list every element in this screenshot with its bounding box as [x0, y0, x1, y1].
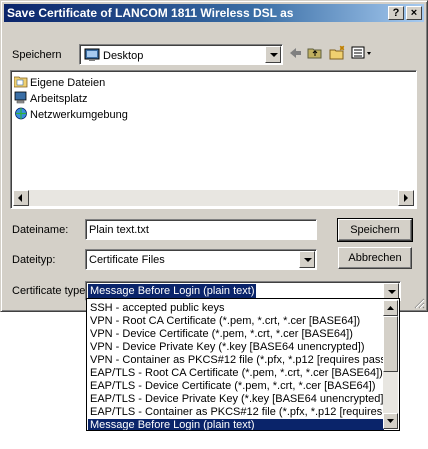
- filetype-dropdown-button[interactable]: [299, 251, 315, 268]
- title-bar[interactable]: Save Certificate of LANCOM 1811 Wireless…: [4, 4, 424, 22]
- vertical-scrollbar[interactable]: [383, 300, 398, 429]
- scroll-left-button[interactable]: [13, 190, 29, 206]
- network-icon: [15, 107, 27, 120]
- new-folder-icon[interactable]: [329, 45, 347, 61]
- list-item[interactable]: Arbeitsplatz: [14, 91, 87, 107]
- list-item[interactable]: EAP/TLS - Container as PKCS#12 file (*.p…: [88, 406, 384, 418]
- list-item[interactable]: VPN - Device Certificate (*.pem, *.crt, …: [88, 328, 384, 340]
- folder-documents-icon: [14, 76, 28, 88]
- filename-label: Dateiname:: [12, 224, 69, 236]
- filetype-select[interactable]: Certificate Files: [85, 249, 317, 270]
- save-in-value: Desktop: [103, 50, 144, 62]
- help-button[interactable]: ?: [388, 6, 404, 20]
- list-item[interactable]: VPN - Container as PKCS#12 file (*.pfx, …: [88, 354, 384, 366]
- arrow-down-icon: [387, 419, 394, 423]
- arrow-right-icon: [404, 194, 408, 202]
- filetype-label: Dateityp:: [12, 254, 56, 266]
- list-item[interactable]: Eigene Dateien: [14, 75, 105, 91]
- scroll-down-button[interactable]: [383, 413, 398, 429]
- horizontal-scrollbar[interactable]: [13, 190, 414, 206]
- view-menu-icon[interactable]: [351, 45, 373, 61]
- list-item[interactable]: EAP/TLS - Device Private Key (*.key [BAS…: [88, 393, 384, 405]
- cert-type-label: Certificate type:: [12, 285, 89, 297]
- cert-type-value: Message Before Login (plain text): [86, 283, 258, 299]
- up-folder-icon[interactable]: [307, 45, 323, 61]
- my-computer-icon: [14, 91, 27, 104]
- filetype-value: Certificate Files: [89, 254, 165, 266]
- list-item[interactable]: EAP/TLS - Root CA Certificate (*.pem, *.…: [88, 367, 384, 379]
- save-in-dropdown-button[interactable]: [265, 46, 281, 63]
- filename-value: Plain text.txt: [89, 224, 149, 236]
- arrow-up-icon: [387, 306, 394, 310]
- list-item-selected[interactable]: Message Before Login (plain text): [88, 419, 384, 430]
- save-in-label: Speichern: [12, 49, 62, 61]
- list-item[interactable]: VPN - Device Private Key (*.key [BASE64 …: [88, 341, 384, 353]
- list-item[interactable]: EAP/TLS - Device Certificate (*.pem, *.c…: [88, 380, 384, 392]
- list-item[interactable]: Netzwerkumgebung: [14, 107, 128, 123]
- save-dialog: Save Certificate of LANCOM 1811 Wireless…: [0, 0, 428, 312]
- scroll-up-button[interactable]: [383, 300, 398, 316]
- scroll-thumb[interactable]: [383, 316, 398, 372]
- scroll-right-button[interactable]: [398, 190, 414, 206]
- cert-type-dropdown-button[interactable]: [383, 283, 399, 299]
- cancel-button[interactable]: Abbrechen: [338, 247, 412, 269]
- resize-grip-icon[interactable]: [413, 297, 425, 309]
- list-item[interactable]: VPN - Root CA Certificate (*.pem, *.crt,…: [88, 315, 384, 327]
- list-item[interactable]: SSH - accepted public keys: [88, 302, 384, 314]
- desktop-icon: [84, 48, 100, 61]
- cert-type-dropdown-list[interactable]: SSH - accepted public keys VPN - Root CA…: [86, 298, 400, 431]
- save-button[interactable]: Speichern: [337, 218, 413, 242]
- file-list[interactable]: Eigene Dateien Arbeitsplatz Netzwerkumge…: [10, 70, 417, 209]
- filename-input[interactable]: Plain text.txt: [85, 219, 317, 240]
- dialog-title: Save Certificate of LANCOM 1811 Wireless…: [7, 6, 294, 20]
- back-arrow-icon[interactable]: [288, 45, 302, 61]
- close-button[interactable]: ×: [406, 6, 422, 20]
- save-in-combo[interactable]: Desktop: [79, 44, 283, 65]
- arrow-left-icon: [18, 194, 22, 202]
